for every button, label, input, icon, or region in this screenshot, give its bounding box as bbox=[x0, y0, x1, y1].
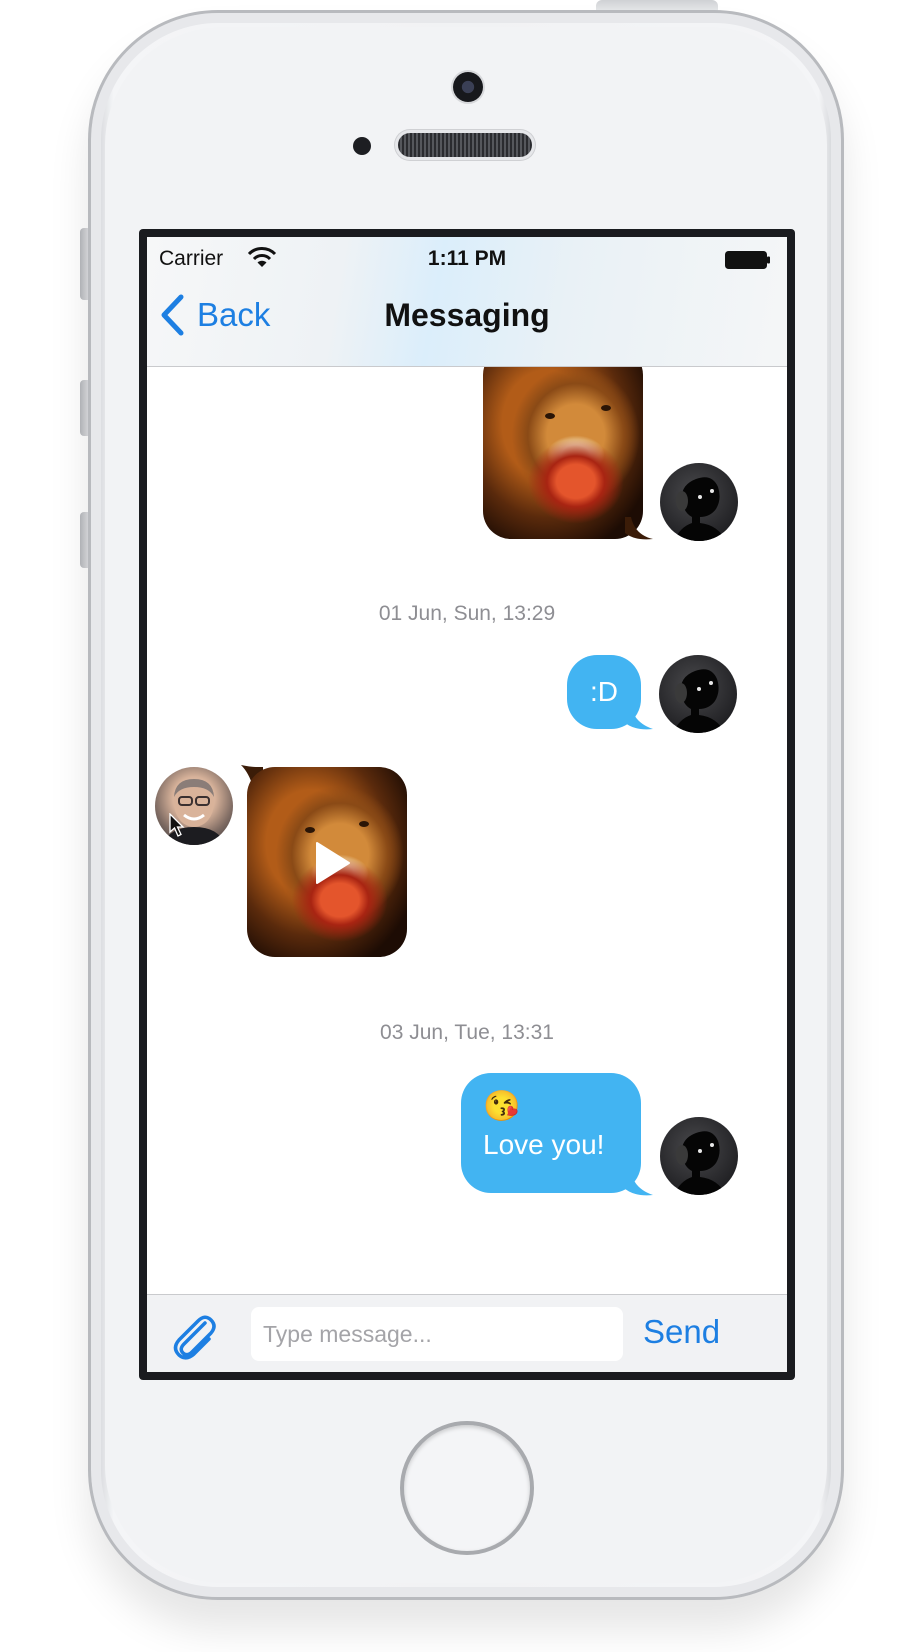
navigation-header: Carrier 1:11 PM Back Messaging bbox=[147, 237, 787, 367]
message-text: :D bbox=[590, 676, 618, 707]
proximity-sensor bbox=[353, 137, 371, 155]
my-avatar[interactable] bbox=[660, 463, 738, 541]
status-bar: Carrier 1:11 PM bbox=[147, 237, 787, 277]
message-input-bar: Send bbox=[147, 1294, 787, 1372]
battery-icon bbox=[725, 251, 770, 269]
video-message[interactable] bbox=[247, 767, 407, 957]
timestamp: 01 Jun, Sun, 13:29 bbox=[378, 602, 556, 625]
emoji-kiss-icon: 😘 bbox=[483, 1090, 521, 1123]
message-input[interactable] bbox=[251, 1307, 623, 1361]
page-title: Messaging bbox=[384, 297, 550, 333]
image-bubble-tail bbox=[625, 517, 653, 540]
mouse-cursor-icon bbox=[169, 813, 185, 837]
app-screen: Carrier 1:11 PM Back Messaging 01 Jun, S… bbox=[147, 237, 787, 1372]
message-list[interactable]: 01 Jun, Sun, 13:29 :D 03 Jun, Tue, 13:31… bbox=[147, 367, 787, 1294]
timestamp: 03 Jun, Tue, 13:31 bbox=[380, 1021, 554, 1044]
my-avatar[interactable] bbox=[660, 1117, 738, 1195]
play-icon[interactable] bbox=[307, 839, 355, 887]
outgoing-text-bubble[interactable]: 😘 Love you! bbox=[461, 1073, 641, 1193]
bubble-tail bbox=[623, 707, 653, 730]
paperclip-icon[interactable] bbox=[169, 1311, 219, 1361]
bubble-tail bbox=[623, 1173, 653, 1196]
home-button[interactable] bbox=[400, 1421, 534, 1555]
contact-avatar[interactable] bbox=[155, 767, 233, 845]
message-text: Love you! bbox=[483, 1129, 605, 1160]
earpiece-speaker bbox=[398, 133, 532, 157]
status-time: 1:11 PM bbox=[427, 247, 507, 270]
front-camera bbox=[453, 72, 483, 102]
send-button[interactable]: Send bbox=[643, 1313, 720, 1351]
image-message[interactable] bbox=[483, 367, 643, 539]
my-avatar[interactable] bbox=[659, 655, 737, 733]
